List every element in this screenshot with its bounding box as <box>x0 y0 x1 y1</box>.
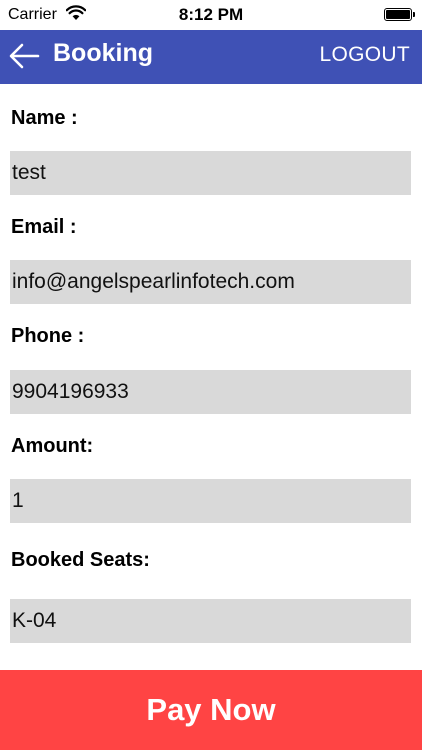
phone-label: Phone : <box>11 325 85 347</box>
email-field[interactable] <box>10 260 411 304</box>
amount-field[interactable] <box>10 479 411 523</box>
pay-now-button[interactable]: Pay Now <box>0 670 422 750</box>
arrow-left-icon[interactable] <box>8 42 40 70</box>
name-label: Name : <box>11 107 78 129</box>
clock: 8:12 PM <box>178 5 244 24</box>
nav-bar: Booking LOGOUT <box>0 30 422 84</box>
amount-label: Amount: <box>11 435 94 457</box>
phone-field[interactable] <box>10 370 411 414</box>
email-label: Email : <box>11 216 77 238</box>
battery-icon <box>384 8 415 21</box>
booked-seats-label: Booked Seats: <box>11 549 150 571</box>
page-title: Booking <box>53 39 153 67</box>
name-field[interactable] <box>10 151 411 195</box>
logout-button[interactable]: LOGOUT <box>320 43 410 67</box>
status-bar: Carrier 8:12 PM <box>0 0 422 30</box>
booked-seats-field[interactable] <box>10 599 411 643</box>
